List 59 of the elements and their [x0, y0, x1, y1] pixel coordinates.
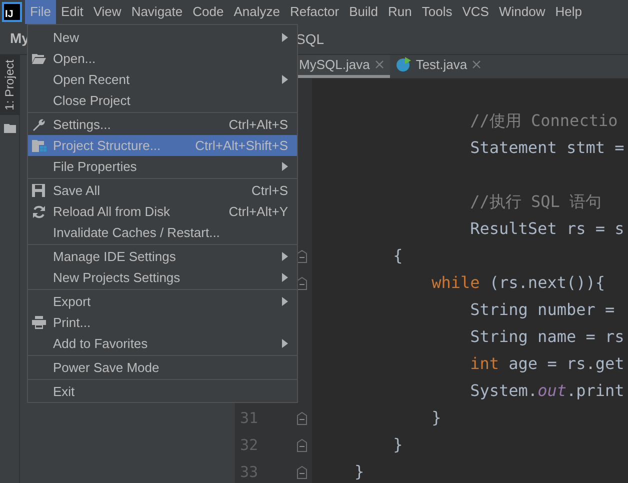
- menu-bar-item[interactable]: Build: [344, 0, 384, 24]
- reload-icon: [32, 204, 46, 218]
- code-line: Statement stmt =: [469, 137, 624, 159]
- menu-item[interactable]: Settings... Ctrl+Alt+S: [28, 114, 297, 135]
- menu-bar-item[interactable]: Analyze: [228, 0, 285, 24]
- menu-item[interactable]: Print...: [28, 312, 297, 333]
- shortcut-label: Ctrl+Alt+S: [228, 116, 288, 134]
- menu-item[interactable]: New Projects Settings: [28, 267, 297, 288]
- shortcut-label: Ctrl+Alt+Shift+S: [195, 136, 288, 155]
- editor-tab[interactable]: Test.java: [390, 55, 488, 78]
- menu-item[interactable]: File Properties: [28, 156, 297, 177]
- menu-bar-item[interactable]: Run: [383, 0, 417, 24]
- code-line: //执行 SQL 语句: [469, 191, 602, 213]
- menu-item[interactable]: Export: [28, 291, 297, 312]
- class-file-icon: [396, 57, 411, 72]
- code-line: }: [430, 407, 442, 429]
- code-line: int age = rs.get: [469, 353, 624, 375]
- folder-icon: [4, 123, 16, 133]
- menu-item[interactable]: Reload All from Disk Ctrl+Alt+Y: [28, 201, 297, 222]
- app-logo: IJ: [2, 2, 22, 22]
- code-line: {: [392, 245, 403, 267]
- menu-item[interactable]: Manage IDE Settings: [28, 246, 297, 267]
- menu-item[interactable]: Save All Ctrl+S: [28, 180, 297, 201]
- shortcut-label: Ctrl+S: [252, 182, 288, 200]
- folder-grid-icon: [32, 140, 47, 152]
- menu-item[interactable]: Exit: [28, 381, 297, 402]
- fold-marker-icon[interactable]: [297, 438, 307, 452]
- code-line: }: [392, 434, 403, 456]
- save-icon: [32, 184, 45, 197]
- code-line: String name = rs: [469, 326, 624, 348]
- printer-icon: [32, 316, 46, 329]
- menu-bar-item[interactable]: Help: [550, 0, 587, 24]
- menu-item[interactable]: Add to Favorites: [28, 333, 297, 354]
- code-line: }: [354, 461, 364, 483]
- shortcut-label: Ctrl+Alt+Y: [228, 202, 288, 221]
- close-icon[interactable]: [374, 60, 384, 70]
- menu-item[interactable]: Close Project: [28, 90, 297, 111]
- menu-bar-item[interactable]: VCS: [457, 0, 494, 24]
- menu-bar-item[interactable]: Navigate: [126, 0, 188, 24]
- project-tool-tab[interactable]: 1: Project: [0, 55, 20, 115]
- menu-bar-item[interactable]: Refactor: [284, 0, 344, 24]
- menu-bar-item[interactable]: Window: [494, 0, 550, 24]
- close-icon[interactable]: [472, 60, 482, 70]
- code-line: ResultSet rs = s: [469, 218, 624, 240]
- menu-item[interactable]: Power Save Mode: [28, 357, 297, 378]
- fold-marker-icon[interactable]: [297, 412, 307, 424]
- menu-bar-item[interactable]: Code: [188, 0, 229, 24]
- folder-icon: [32, 53, 46, 64]
- menu-bar-item[interactable]: Edit: [56, 0, 88, 24]
- code-line: System.out.print: [469, 380, 624, 402]
- fold-marker-icon[interactable]: [297, 466, 307, 478]
- code-line: while (rs.next()){: [430, 272, 605, 294]
- menu-item[interactable]: New: [28, 27, 297, 48]
- code-line: //使用 Connectio: [469, 110, 618, 132]
- wrench-icon: [32, 118, 46, 132]
- code-line: String number =: [469, 299, 615, 321]
- menu-bar-item[interactable]: Tools: [416, 0, 458, 24]
- menu-bar-item[interactable]: View: [88, 0, 126, 24]
- menu-item[interactable]: Invalidate Caches / Restart...: [28, 222, 297, 243]
